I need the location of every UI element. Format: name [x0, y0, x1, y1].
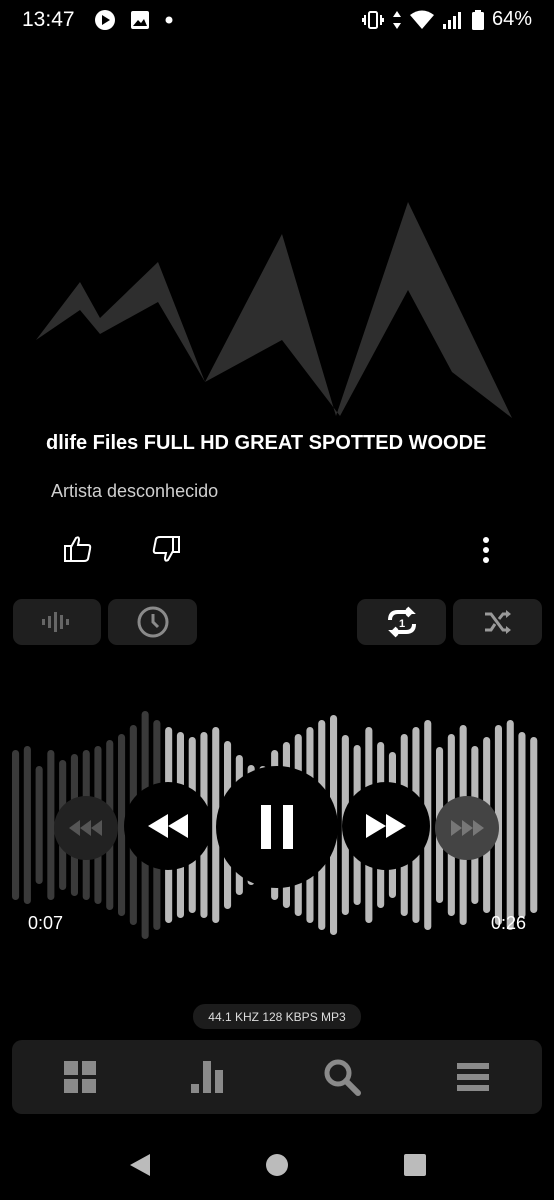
- more-options-button[interactable]: [470, 534, 502, 566]
- wifi-icon: [409, 10, 434, 29]
- waveform-bar: [35, 766, 43, 884]
- pause-icon: [261, 805, 293, 849]
- data-transfer-icon: [392, 10, 401, 29]
- more-notifications-dot-icon: [165, 16, 173, 24]
- like-button[interactable]: [58, 532, 98, 566]
- waveform-bar: [12, 750, 20, 900]
- system-recents-button[interactable]: [395, 1145, 435, 1185]
- clock-icon: [137, 606, 168, 638]
- image-notification-icon: [131, 11, 149, 29]
- skip-previous-icon: [69, 820, 102, 836]
- nav-stats[interactable]: [171, 1040, 251, 1114]
- skip-next-icon: [451, 820, 484, 836]
- pause-button[interactable]: [216, 766, 338, 888]
- system-home-button[interactable]: [257, 1145, 297, 1185]
- shuffle-icon: [484, 610, 511, 634]
- fast-forward-button[interactable]: [342, 782, 430, 870]
- back-triangle-icon: [130, 1154, 150, 1176]
- album-art: [36, 202, 512, 418]
- previous-track-button[interactable]: [54, 796, 118, 860]
- nav-menu[interactable]: [433, 1040, 513, 1114]
- nav-library[interactable]: [40, 1040, 120, 1114]
- play-notification-icon: [95, 10, 115, 30]
- vibrate-icon: [361, 10, 384, 29]
- sleep-timer-button[interactable]: [108, 599, 197, 645]
- signal-icon: [442, 11, 461, 29]
- grid-icon: [64, 1061, 96, 1093]
- total-time: 0:26: [490, 913, 526, 933]
- shuffle-button[interactable]: [453, 599, 542, 645]
- track-artist[interactable]: Artista desconhecido: [51, 481, 218, 502]
- fast-forward-icon: [366, 814, 406, 838]
- track-title: dlife Files FULL HD GREAT SPOTTED WOODE: [46, 432, 487, 454]
- battery-icon: [471, 9, 484, 30]
- waveform-bar: [518, 732, 526, 918]
- recents-square-icon: [404, 1154, 426, 1176]
- elapsed-time: 0:07: [28, 913, 64, 933]
- waveform-bar: [506, 720, 514, 930]
- thumbs-down-icon: [152, 536, 180, 562]
- repeat-one-icon: 1: [387, 606, 416, 638]
- thumbs-up-icon: [64, 536, 92, 562]
- svg-text:1: 1: [398, 618, 404, 630]
- rewind-button[interactable]: [124, 782, 212, 870]
- system-navigation: [0, 1145, 554, 1185]
- repeat-button[interactable]: 1: [357, 599, 446, 645]
- status-time: 13:47: [22, 8, 75, 31]
- rewind-icon: [148, 814, 188, 838]
- menu-icon: [457, 1063, 489, 1091]
- status-bar: 13:47 64%: [0, 0, 554, 40]
- nav-search[interactable]: [302, 1040, 382, 1114]
- waveform-icon: [42, 612, 69, 632]
- search-icon: [324, 1059, 361, 1096]
- more-vertical-icon: [483, 537, 489, 563]
- equalizer-button[interactable]: [13, 599, 101, 645]
- system-back-button[interactable]: [120, 1145, 160, 1185]
- waveform-bar: [530, 737, 538, 913]
- bottom-navigation: [12, 1040, 542, 1114]
- audio-format-badge: 44.1 KHZ 128 KBPS MP3: [193, 1004, 361, 1029]
- home-circle-icon: [266, 1154, 288, 1176]
- bar-chart-icon: [191, 1061, 223, 1093]
- dislike-button[interactable]: [146, 532, 186, 566]
- waveform-bar: [23, 746, 31, 904]
- next-track-button[interactable]: [435, 796, 499, 860]
- battery-percent: 64%: [491, 8, 532, 30]
